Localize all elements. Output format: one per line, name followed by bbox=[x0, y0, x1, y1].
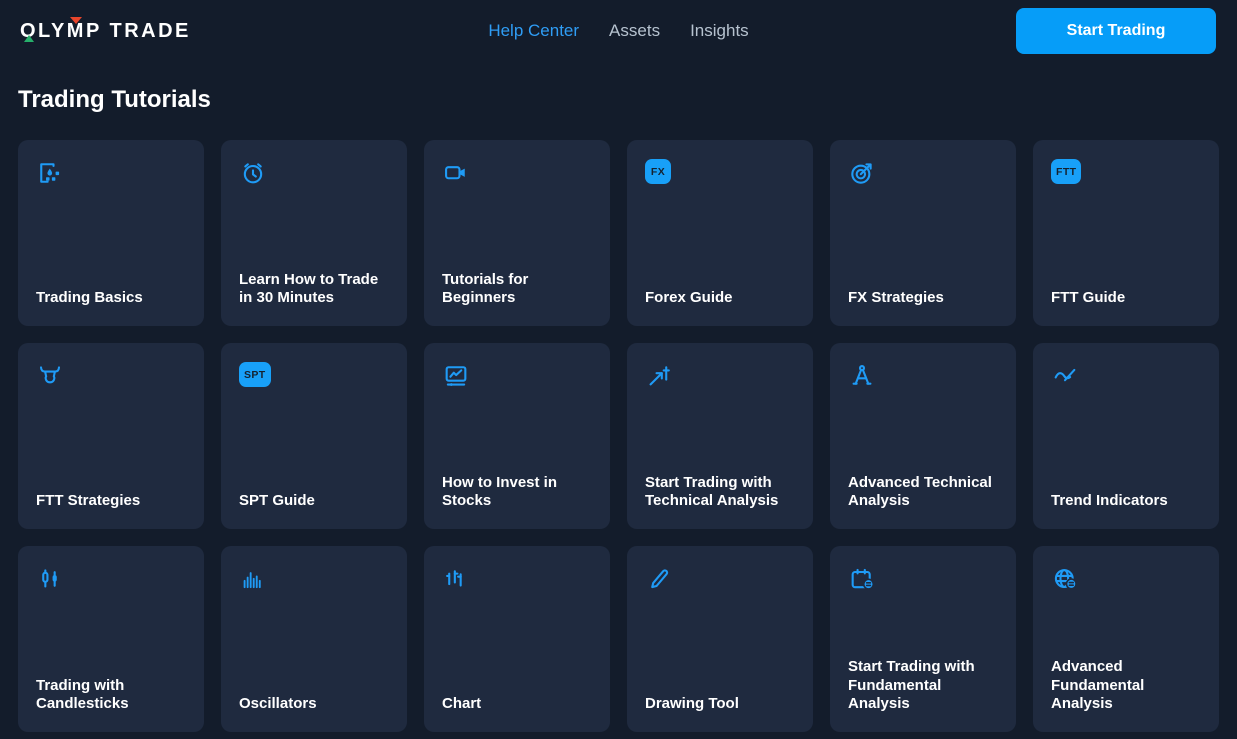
calendar-badge-icon bbox=[848, 565, 998, 593]
tutorial-card[interactable]: Tutorials for Beginners bbox=[424, 140, 610, 326]
tutorial-card[interactable]: Trading Basics bbox=[18, 140, 204, 326]
brand-logo-text: OLYMP TRADE bbox=[20, 20, 191, 42]
tutorial-card[interactable]: Oscillators bbox=[221, 546, 407, 732]
tutorial-card[interactable]: Trend Indicators bbox=[1033, 343, 1219, 529]
top-bar: OLYMP TRADE Help Center Assets Insights … bbox=[0, 0, 1237, 62]
fx-badge-icon: FX bbox=[645, 159, 795, 187]
globe-badge-icon bbox=[1051, 565, 1201, 593]
logo-up-triangle-icon bbox=[24, 35, 34, 42]
candlesticks-icon bbox=[36, 565, 186, 593]
nav-insights[interactable]: Insights bbox=[690, 21, 749, 41]
page-title: Trading Tutorials bbox=[18, 88, 1219, 112]
histogram-icon bbox=[239, 565, 389, 593]
tutorial-card-title: Trading Basics bbox=[36, 289, 186, 308]
fx-badge-icon-label: FX bbox=[645, 159, 671, 184]
tutorial-card[interactable]: FX Forex Guide bbox=[627, 140, 813, 326]
tutorial-card-title: Trading with Candlesticks bbox=[36, 677, 186, 715]
drafting-compass-icon bbox=[848, 362, 998, 390]
spt-badge-icon: SPT bbox=[239, 362, 389, 390]
tutorial-card[interactable]: Start Trading with Fundamental Analysis bbox=[830, 546, 1016, 732]
target-arrow-icon bbox=[848, 159, 998, 187]
tutorial-card[interactable]: Drawing Tool bbox=[627, 546, 813, 732]
alarm-clock-icon bbox=[239, 159, 389, 187]
chart-bars-icon bbox=[442, 565, 592, 593]
tutorial-card[interactable]: FTT FTT Guide bbox=[1033, 140, 1219, 326]
start-trading-button[interactable]: Start Trading bbox=[1016, 8, 1216, 54]
tutorial-card-title: How to Invest in Stocks bbox=[442, 474, 592, 512]
tutorial-card-title: FTT Guide bbox=[1051, 289, 1201, 308]
tutorial-card-title: SPT Guide bbox=[239, 492, 389, 511]
tutorial-card-title: Start Trading with Technical Analysis bbox=[645, 474, 795, 512]
tutorial-card[interactable]: Advanced Fundamental Analysis bbox=[1033, 546, 1219, 732]
brand-logo[interactable]: OLYMP TRADE bbox=[20, 20, 191, 43]
monitor-chart-icon bbox=[442, 362, 592, 390]
bull-icon bbox=[36, 362, 186, 390]
tutorial-card-title: Chart bbox=[442, 695, 592, 714]
nav-help-center[interactable]: Help Center bbox=[488, 21, 579, 41]
tutorials-grid: Trading Basics Learn How to Trade in 30 … bbox=[18, 140, 1219, 732]
tutorial-card-title: Advanced Fundamental Analysis bbox=[1051, 658, 1201, 714]
tutorial-card-title: Tutorials for Beginners bbox=[442, 271, 592, 309]
tutorial-card-title: Advanced Technical Analysis bbox=[848, 474, 998, 512]
ftt-badge-icon: FTT bbox=[1051, 159, 1201, 187]
tutorial-card-title: Oscillators bbox=[239, 695, 389, 714]
tutorial-card[interactable]: Learn How to Trade in 30 Minutes bbox=[221, 140, 407, 326]
tutorial-card-title: Forex Guide bbox=[645, 289, 795, 308]
tutorial-card-title: Drawing Tool bbox=[645, 695, 795, 714]
tutorial-card[interactable]: Chart bbox=[424, 546, 610, 732]
tutorial-card[interactable]: Trading with Candlesticks bbox=[18, 546, 204, 732]
tutorial-card-title: Start Trading with Fundamental Analysis bbox=[848, 658, 998, 714]
main-nav: Help Center Assets Insights bbox=[488, 21, 748, 41]
tutorial-card-title: FX Strategies bbox=[848, 289, 998, 308]
arrow-to-level-icon bbox=[645, 362, 795, 390]
board-shapes-icon bbox=[36, 159, 186, 187]
trend-lines-icon bbox=[1051, 362, 1201, 390]
tutorial-card[interactable]: Start Trading with Technical Analysis bbox=[627, 343, 813, 529]
tutorial-card[interactable]: How to Invest in Stocks bbox=[424, 343, 610, 529]
pencil-icon bbox=[645, 565, 795, 593]
tutorial-card[interactable]: SPT SPT Guide bbox=[221, 343, 407, 529]
tutorial-card-title: FTT Strategies bbox=[36, 492, 186, 511]
tutorial-card[interactable]: FX Strategies bbox=[830, 140, 1016, 326]
tutorial-card-title: Trend Indicators bbox=[1051, 492, 1201, 511]
nav-assets[interactable]: Assets bbox=[609, 21, 660, 41]
video-camera-icon bbox=[442, 159, 592, 187]
tutorial-card-title: Learn How to Trade in 30 Minutes bbox=[239, 271, 389, 309]
logo-down-triangle-icon bbox=[70, 17, 82, 24]
spt-badge-icon-label: SPT bbox=[239, 362, 271, 387]
tutorial-card[interactable]: FTT Strategies bbox=[18, 343, 204, 529]
tutorial-card[interactable]: Advanced Technical Analysis bbox=[830, 343, 1016, 529]
ftt-badge-icon-label: FTT bbox=[1051, 159, 1081, 184]
